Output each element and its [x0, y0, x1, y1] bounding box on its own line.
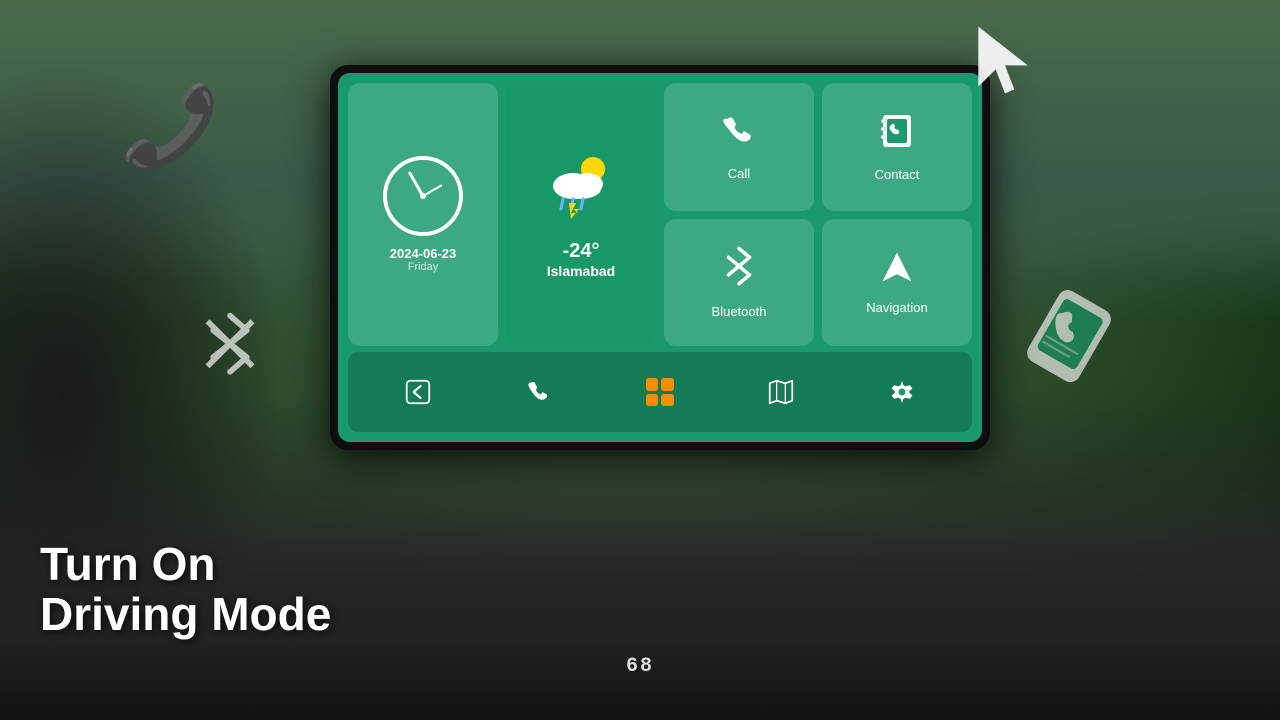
bluetooth-icon: [721, 245, 757, 298]
deco-cursor-icon: [970, 20, 1040, 114]
apps-dot-4: [661, 394, 674, 407]
bluetooth-card[interactable]: Bluetooth: [664, 219, 814, 347]
navigation-label: Navigation: [866, 300, 927, 315]
call-label: Call: [728, 166, 750, 181]
bottom-text-line1: Turn On: [40, 539, 331, 590]
contact-label: Contact: [875, 167, 920, 182]
bottom-text-line2: Driving Mode: [40, 589, 331, 640]
apps-dot-1: [646, 378, 659, 391]
bluetooth-label: Bluetooth: [712, 304, 767, 319]
navigation-icon: [879, 249, 915, 294]
deco-phone-left-icon: 📞: [120, 80, 220, 174]
nav-back-button[interactable]: [395, 375, 441, 409]
bottom-nav-bar: [348, 352, 972, 432]
clock-card[interactable]: 2024-06-23 Friday: [348, 83, 498, 346]
nav-phone-button[interactable]: [516, 375, 562, 409]
temp-display: 68: [626, 655, 654, 678]
weather-city: Islamabad: [547, 263, 615, 279]
contact-card[interactable]: Contact: [822, 83, 972, 211]
clock-date: 2024-06-23: [390, 246, 457, 261]
apps-dot-2: [661, 378, 674, 391]
call-card[interactable]: Call: [664, 83, 814, 211]
apps-grid-icon: [646, 378, 674, 406]
navigation-card[interactable]: Navigation: [822, 219, 972, 347]
weather-card[interactable]: -24° Islamabad: [506, 83, 656, 346]
screen-bezel: 2024-06-23 Friday: [330, 65, 990, 450]
weather-icon: [541, 151, 621, 234]
nav-maps-button[interactable]: [758, 375, 804, 409]
bottom-text-block: Turn On Driving Mode: [40, 539, 331, 640]
apps-dot-3: [646, 394, 659, 407]
clock-icon: [383, 156, 463, 236]
nav-apps-button[interactable]: [636, 374, 684, 410]
car-screen: 2024-06-23 Friday: [338, 73, 982, 442]
call-icon: [720, 113, 758, 160]
nav-settings-button[interactable]: [879, 375, 925, 409]
main-grid: 2024-06-23 Friday: [348, 83, 972, 346]
clock-day: Friday: [408, 261, 439, 273]
weather-temp: -24°: [563, 240, 600, 263]
contact-icon: [877, 111, 917, 161]
deco-bluetooth-left-icon: [195, 310, 265, 419]
